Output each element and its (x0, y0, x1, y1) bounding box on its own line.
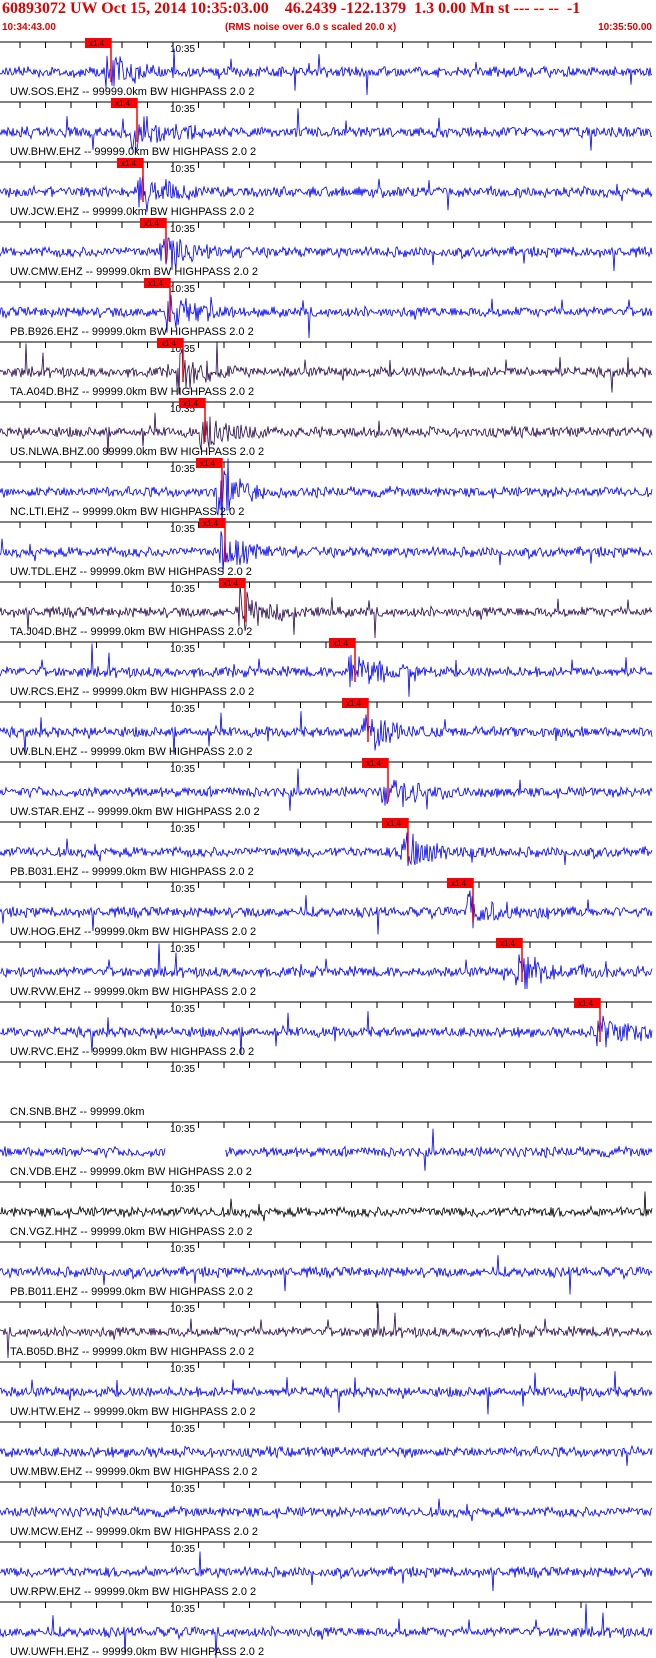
time-tick-label: 10:35 (170, 644, 195, 655)
time-tick-label: 10:35 (170, 1364, 195, 1375)
time-tick-label: 10:35 (170, 1064, 195, 1075)
time-tick-label: 10:35 (170, 1244, 195, 1255)
pick-label: x1.4 (89, 39, 105, 48)
pick-label: x1.4 (144, 219, 160, 228)
pick-label: x1.4 (346, 699, 362, 708)
channel-label: UW.UWFH.EHZ -- 99999.0km BW HIGHPASS 2.0… (10, 1646, 264, 1658)
channel-label: UW.BLN.EHZ -- 99999.0km BW HIGHPASS 2.0 … (10, 746, 252, 758)
time-tick-label: 10:35 (170, 764, 195, 775)
channel-label: UW.RCS.EHZ -- 99999.0km BW HIGHPASS 2.0 … (10, 686, 254, 698)
time-tick-label: 10:35 (170, 1004, 195, 1015)
pick-label: x1.4 (366, 759, 382, 768)
pick-label: x1.4 (121, 159, 137, 168)
time-tick-label: 10:35 (170, 524, 195, 535)
pick-label: x1.4 (183, 399, 199, 408)
channel-label: UW.STAR.EHZ -- 99999.0km BW HIGHPASS 2.0… (10, 806, 260, 818)
time-tick-label: 10:35 (170, 164, 195, 175)
channel-label: UW.MCW.EHZ -- 99999.0km BW HIGHPASS 2.0 … (10, 1526, 258, 1538)
pick-label: x1.4 (333, 639, 349, 648)
time-tick-label: 10:35 (170, 284, 195, 295)
time-tick-label: 10:35 (170, 1544, 195, 1555)
channel-label: UW.BHW.EHZ -- 99999.0km BW HIGHPASS 2.0 … (10, 146, 256, 158)
pick-label: x1.4 (386, 819, 402, 828)
channel-label: TA.B05D.BHZ -- 99999.0km BW HIGHPASS 2.0… (10, 1346, 254, 1358)
pick-label: x1.4 (200, 459, 216, 468)
waveform-trace (0, 1191, 653, 1222)
channel-label: UW.RVC.EHZ -- 99999.0km BW HIGHPASS 2.0 … (10, 1046, 254, 1058)
channel-label: UW.HOG.EHZ -- 99999.0km BW HIGHPASS 2.0 … (10, 926, 256, 938)
time-tick-label: 10:35 (170, 824, 195, 835)
time-tick-label: 10:35 (170, 104, 195, 115)
channel-label: CN.VDB.EHZ -- 99999.0km BW HIGHPASS 2.0 … (10, 1166, 252, 1178)
channel-label: UW.RVW.EHZ -- 99999.0km BW HIGHPASS 2.0 … (10, 986, 256, 998)
channel-label: PB.B011.EHZ -- 99999.0km BW HIGHPASS 2.0… (10, 1286, 253, 1298)
channel-label: UW.SOS.EHZ -- 99999.0km BW HIGHPASS 2.0 … (10, 86, 254, 98)
waveform-trace (0, 768, 653, 811)
waveform-trace (0, 1498, 653, 1522)
time-tick-label: 10:35 (170, 704, 195, 715)
channel-label: UW.HTW.EHZ -- 99999.0km BW HIGHPASS 2.0 … (10, 1406, 256, 1418)
channel-label: UW.RPW.EHZ -- 99999.0km BW HIGHPASS 2.0 … (10, 1586, 256, 1598)
channel-label: UW.JCW.EHZ -- 99999.0km BW HIGHPASS 2.0 … (10, 206, 254, 218)
time-tick-label: 10:35 (170, 1124, 195, 1135)
channel-label: PB.B031.EHZ -- 99999.0km BW HIGHPASS 2.0… (10, 866, 254, 878)
channel-label: CN.VGZ.HHZ -- 99999.0km BW HIGHPASS 2.0 … (10, 1226, 252, 1238)
time-tick-label: 10:35 (170, 224, 195, 235)
waveform-trace (0, 1128, 653, 1171)
pick-label: x1.4 (451, 879, 467, 888)
channel-label: PB.B926.EHZ -- 99999.0km BW HIGHPASS 2.0… (10, 326, 254, 338)
time-tick-label: 10:35 (170, 1424, 195, 1435)
pick-label: x1.4 (223, 579, 239, 588)
channel-label: NC.LTI.EHZ -- 99999.0km BW HIGHPASS 2.0 … (10, 506, 244, 518)
pick-label: x1.4 (148, 279, 164, 288)
time-tick-label: 10:35 (170, 1604, 195, 1615)
time-tick-label: 10:35 (170, 884, 195, 895)
time-tick-label: 10:35 (170, 944, 195, 955)
time-tick-label: 10:35 (170, 1304, 195, 1315)
waveform-trace (0, 943, 653, 990)
pick-label: x1.4 (500, 939, 516, 948)
channel-label: UW.CMW.EHZ -- 99999.0km BW HIGHPASS 2.0 … (10, 266, 258, 278)
waveform-trace (0, 832, 653, 866)
time-tick-label: 10:35 (170, 1484, 195, 1495)
channel-label: UW.TDL.EHZ -- 99999.0km BW HIGHPASS 2.0 … (10, 566, 252, 578)
channel-label: CN.SNB.BHZ -- 99999.0km (10, 1106, 144, 1118)
time-tick-label: 10:35 (170, 584, 195, 595)
channel-label: UW.MBW.EHZ -- 99999.0km BW HIGHPASS 2.0 … (10, 1466, 257, 1478)
pick-label: x1.4 (203, 519, 219, 528)
channel-label: TA.J04D.BHZ -- 99999.0km BW HIGHPASS 2.0… (10, 626, 252, 638)
waveform-trace (0, 108, 653, 152)
time-tick-label: 10:35 (170, 464, 195, 475)
time-tick-label: 10:35 (170, 1184, 195, 1195)
channel-label: US.NLWA.BHZ.00 99999.0km BW HIGHPASS 2.0… (10, 446, 264, 458)
channel-label: TA.A04D.BHZ -- 99999.0km BW HIGHPASS 2.0… (10, 386, 254, 398)
pick-label: x1.4 (161, 339, 177, 348)
pick-label: x1.4 (578, 999, 594, 1008)
pick-label: x1.4 (115, 99, 131, 108)
seismogram-plot: 10:35 UW.SOS.EHZ -- 99999.0km BW HIGHPASS… (0, 38, 653, 1658)
waveform-trace (0, 1444, 653, 1466)
